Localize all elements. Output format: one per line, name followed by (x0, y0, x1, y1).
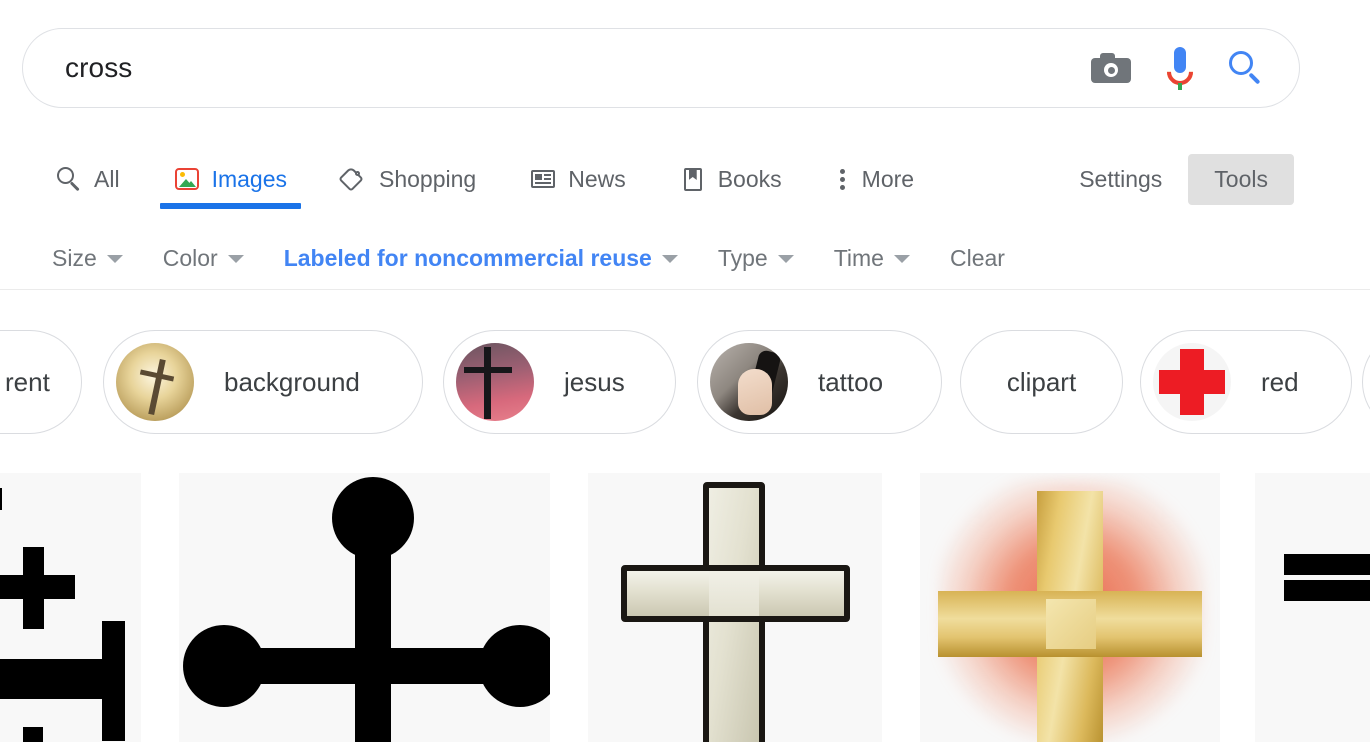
book-icon (680, 166, 706, 192)
search-submit-button[interactable] (1229, 51, 1263, 85)
related-chip-red-label: red (1261, 366, 1299, 397)
filter-color[interactable]: Color (163, 245, 244, 272)
tag-icon (338, 166, 367, 192)
image-result-tile[interactable] (0, 473, 141, 742)
filter-usage-rights-label: Labeled for noncommercial reuse (283, 245, 652, 271)
chevron-down-icon (777, 254, 794, 263)
tab-images[interactable]: Images (159, 149, 301, 209)
chevron-down-icon (227, 254, 244, 263)
filter-size[interactable]: Size (52, 245, 123, 272)
related-chip-thumbnail (116, 343, 194, 421)
filter-clear-label: Clear (949, 245, 1005, 271)
related-searches-carousel[interactable]: rent background jesus tattoo clipart red (0, 330, 1370, 436)
microphone-icon (1161, 47, 1199, 91)
filter-type[interactable]: Type (718, 245, 794, 272)
tab-news-label: News (568, 165, 626, 192)
filter-usage-rights[interactable]: Labeled for noncommercial reuse (284, 245, 678, 272)
chevron-down-icon (661, 254, 678, 263)
tab-books-label: Books (717, 165, 782, 192)
camera-search-button[interactable] (1091, 53, 1131, 83)
active-tab-underline (159, 203, 301, 209)
chevron-down-icon (893, 254, 910, 263)
search-bar[interactable]: cross (22, 28, 1300, 108)
search-icon (56, 166, 82, 192)
tab-more[interactable]: More (836, 149, 914, 209)
tools-button[interactable]: Tools (1188, 153, 1294, 205)
related-chip-rent-label: rent (5, 366, 50, 397)
related-chip-rent[interactable]: rent (0, 330, 82, 434)
related-chip-tattoo-label: tattoo (818, 366, 884, 397)
tab-images-label: Images (211, 165, 287, 192)
related-chip-thumbnail (1153, 343, 1231, 421)
search-bar-container: cross (22, 28, 1300, 108)
related-chip-thumbnail (456, 343, 534, 421)
search-input[interactable]: cross (23, 52, 1091, 84)
image-results-grid (0, 473, 1370, 742)
related-chip-jesus[interactable]: jesus (443, 330, 676, 434)
filter-clear[interactable]: Clear (950, 245, 1005, 272)
related-chip-jesus-label: jesus (564, 366, 625, 397)
filter-type-label: Type (717, 245, 768, 271)
newspaper-icon (530, 166, 556, 192)
tab-all[interactable]: All (56, 149, 120, 209)
navigation-bar: All Images Shopping News Books More Sett… (0, 148, 1370, 210)
voice-search-button[interactable] (1161, 47, 1199, 91)
related-chip-clipart-label: clipart (1006, 366, 1077, 397)
search-bar-icons (1091, 47, 1299, 91)
image-result-tile[interactable] (1255, 473, 1370, 742)
search-tabs: All Images Shopping News Books More (0, 149, 968, 209)
filter-size-label: Size (52, 245, 97, 271)
images-icon (174, 166, 200, 192)
settings-button[interactable]: Settings (1061, 166, 1180, 193)
filter-color-label: Color (162, 245, 218, 271)
tab-shopping-label: Shopping (379, 165, 477, 192)
related-chip-red[interactable]: red (1140, 330, 1352, 434)
related-chip-background-label: background (224, 366, 360, 397)
nav-right-controls: Settings Tools (1061, 153, 1370, 205)
camera-icon (1091, 53, 1131, 83)
tab-news[interactable]: News (530, 149, 626, 209)
more-vertical-icon (836, 166, 850, 192)
related-chip-clipart[interactable]: clipart (960, 330, 1123, 434)
image-result-tile[interactable] (920, 473, 1220, 742)
chevron-down-icon (106, 254, 123, 263)
related-chip-background[interactable]: background (103, 330, 423, 434)
related-chip-tattoo[interactable]: tattoo (697, 330, 942, 434)
filter-bar: Size Color Labeled for noncommercial reu… (0, 228, 1370, 290)
tab-shopping[interactable]: Shopping (338, 149, 477, 209)
filter-time-label: Time (833, 245, 884, 271)
image-result-tile[interactable] (588, 473, 882, 742)
search-icon (1229, 51, 1263, 85)
tab-books[interactable]: Books (680, 149, 782, 209)
tab-all-label: All (94, 165, 120, 192)
related-chip-thumbnail (710, 343, 788, 421)
image-result-tile[interactable] (179, 473, 550, 742)
filter-time[interactable]: Time (834, 245, 910, 272)
tab-more-label: More (861, 165, 915, 192)
related-chip-next[interactable] (1362, 330, 1370, 434)
